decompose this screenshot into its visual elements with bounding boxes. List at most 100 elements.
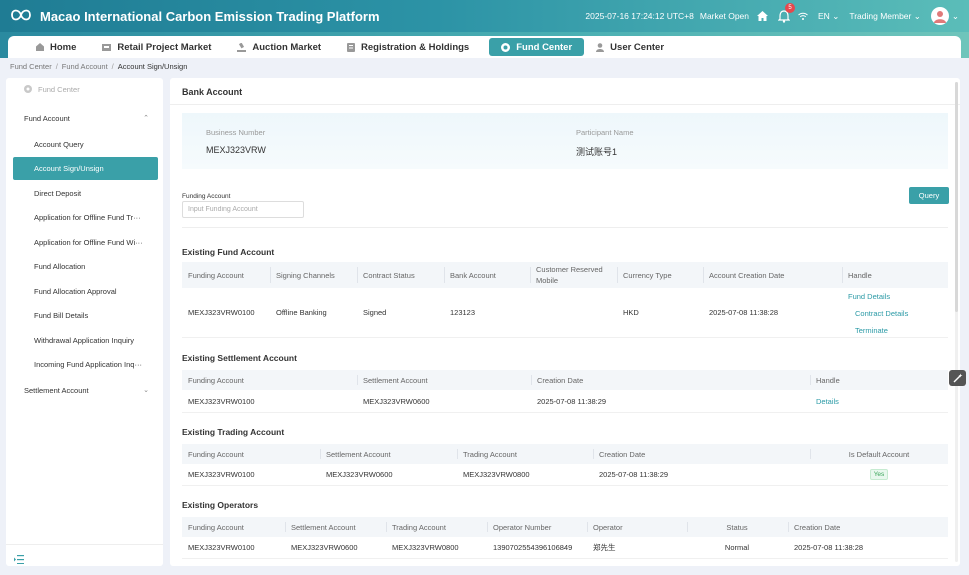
sidebar-group-settlement-account[interactable]: Settlement Account ⌄: [6, 378, 163, 402]
sidebar-item-label: Direct Deposit: [34, 188, 82, 198]
notification-button[interactable]: 5: [778, 3, 796, 23]
scrollbar-thumb[interactable]: [955, 82, 958, 312]
tab-registration-holdings[interactable]: Registration & Holdings: [333, 36, 481, 58]
tab-home[interactable]: Home: [8, 36, 88, 58]
sidebar-item-label: Application for Offline Fund Wi···: [34, 237, 143, 247]
column-header: Operator Number: [487, 517, 551, 537]
participant-name-value: 测试账号1: [576, 147, 618, 157]
sidebar-item-fund-allocation[interactable]: Fund Allocation: [6, 254, 163, 278]
sidebar-item-offline-fund-withdrawal[interactable]: Application for Offline Fund Wi···: [6, 230, 163, 254]
sidebar-item-label: Fund Allocation: [34, 261, 86, 271]
column-header: Bank Account: [444, 262, 496, 288]
column-header: Contract Status: [357, 262, 415, 288]
chevron-down-icon: ⌄: [913, 10, 921, 21]
sidebar-item-offline-fund-transfer[interactable]: Application for Offline Fund Tr···: [6, 205, 163, 229]
cell-bank-account: 123123: [450, 308, 476, 317]
sidebar-header-label: Fund Center: [38, 84, 80, 94]
sidebar-footer: [6, 544, 163, 566]
floating-tool-button[interactable]: [949, 370, 966, 386]
member-menu[interactable]: Trading Member ⌄: [849, 11, 921, 22]
sidebar-item-label: Withdrawal Application Inquiry: [34, 335, 135, 345]
fund-icon: [501, 42, 511, 52]
tab-auction-market[interactable]: Auction Market: [223, 36, 333, 58]
operators-table-header: Funding Account Settlement Account Tradi…: [182, 517, 948, 537]
column-header: Operator: [587, 517, 623, 537]
sidebar-item-label: Incoming Fund Application Inq···: [34, 359, 142, 369]
market-status: Market Open: [699, 11, 750, 21]
page-title: Bank Account: [182, 87, 243, 97]
sidebar-item-fund-allocation-approval[interactable]: Fund Allocation Approval: [6, 279, 163, 303]
cell-trading-account: MEXJ323VRW0800: [392, 543, 459, 552]
tab-fund-center[interactable]: Fund Center: [489, 38, 585, 56]
document-icon: [347, 42, 356, 52]
sidebar-header: Fund Center: [6, 78, 163, 100]
cell-mobile: [530, 288, 536, 337]
breadcrumb: Fund Center / Fund Account / Account Sign/Un…: [10, 62, 188, 71]
fund-account-section-title: Existing Fund Account: [182, 247, 275, 257]
column-header: Trading Account: [386, 517, 446, 537]
sidebar-item-account-sign-unsign[interactable]: Account Sign/Unsign: [13, 157, 158, 180]
sidebar-group-label: Settlement Account: [24, 385, 89, 395]
fund-details-link[interactable]: Fund Details: [848, 292, 908, 309]
breadcrumb-item[interactable]: Fund Account: [62, 62, 108, 71]
sidebar-item-incoming-fund-application[interactable]: Incoming Fund Application Inq···: [6, 352, 163, 376]
tab-user-center[interactable]: User Center: [592, 36, 676, 58]
column-header: Funding Account: [188, 449, 244, 459]
top-bar: Macao International Carbon Emission Trad…: [0, 0, 969, 32]
cell-currency: HKD: [623, 308, 639, 317]
sidebar-item-label: Account Sign/Unsign: [34, 164, 104, 173]
table-row: MEXJ323VRW0100 MEXJ323VRW0600 MEXJ323VRW…: [182, 464, 948, 486]
fund-icon: [24, 85, 32, 93]
sidebar-group-fund-account[interactable]: Fund Account ⌃: [6, 106, 163, 130]
main-panel: Bank Account Business Number MEXJ323VRW …: [170, 78, 960, 566]
chevron-down-icon[interactable]: ⌄: [952, 11, 959, 22]
settlement-account-section-title: Existing Settlement Account: [182, 353, 297, 363]
app-title: Macao International Carbon Emission Trad…: [40, 9, 380, 24]
breadcrumb-item[interactable]: Fund Center: [10, 62, 52, 71]
home-icon[interactable]: [757, 11, 769, 21]
sidebar-item-direct-deposit[interactable]: Direct Deposit: [6, 181, 163, 205]
cell-creation-date: 2025-07-08 11:38:28: [794, 543, 864, 552]
funding-account-input[interactable]: [182, 201, 304, 218]
notification-badge: 5: [785, 3, 796, 13]
column-header: Settlement Account: [285, 517, 356, 537]
details-link[interactable]: Details: [810, 391, 839, 412]
divider: [170, 104, 960, 105]
cell-creation-date: 2025-07-08 11:38:28: [709, 308, 779, 317]
cell-trading-account: MEXJ323VRW0800: [463, 470, 530, 479]
cell-funding-account: MEXJ323VRW0100: [188, 470, 255, 479]
column-header: Is Default Account: [810, 444, 948, 464]
column-header: Signing Channels: [270, 262, 335, 288]
sidebar-item-account-query[interactable]: Account Query: [6, 132, 163, 156]
tab-label: Fund Center: [516, 41, 573, 53]
avatar[interactable]: [930, 7, 949, 25]
collapse-menu-icon[interactable]: [14, 551, 24, 569]
sidebar-item-fund-bill-details[interactable]: Fund Bill Details: [6, 303, 163, 327]
table-row: MEXJ323VRW0100 Offline Banking Signed 12…: [182, 288, 948, 338]
sidebar-item-label: Fund Allocation Approval: [34, 286, 117, 296]
language-select[interactable]: EN ⌄: [818, 11, 839, 22]
sidebar-item-label: Application for Offline Fund Tr···: [34, 212, 141, 222]
terminate-link[interactable]: Terminate: [848, 326, 908, 343]
cell-operator: 郑先生: [593, 543, 616, 552]
divider: [182, 227, 948, 228]
cell-funding-account: MEXJ323VRW0100: [188, 308, 255, 317]
column-header: Handle: [810, 370, 840, 390]
column-header: Funding Account: [188, 522, 244, 532]
cell-creation-date: 2025-07-08 11:38:29: [537, 397, 607, 406]
column-header: Handle: [842, 262, 872, 288]
sidebar-item-withdrawal-application-inquiry[interactable]: Withdrawal Application Inquiry: [6, 328, 163, 352]
cell-settlement-account: MEXJ323VRW0600: [326, 470, 393, 479]
column-header: Creation Date: [593, 444, 645, 464]
user-icon: [596, 42, 605, 52]
contract-details-link[interactable]: Contract Details: [848, 309, 908, 326]
query-button[interactable]: Query: [909, 187, 949, 204]
column-header: Creation Date: [788, 517, 840, 537]
breadcrumb-current: Account Sign/Unsign: [117, 62, 188, 71]
tab-retail-project-market[interactable]: Retail Project Market: [88, 36, 223, 58]
cell-funding-account: MEXJ323VRW0100: [188, 397, 255, 406]
home-icon: [36, 43, 44, 51]
settlement-account-table-header: Funding Account Settlement Account Creat…: [182, 370, 948, 390]
cell-status: Normal: [724, 543, 750, 552]
cell-handle: Fund Details Contract Details Terminate: [842, 292, 908, 343]
